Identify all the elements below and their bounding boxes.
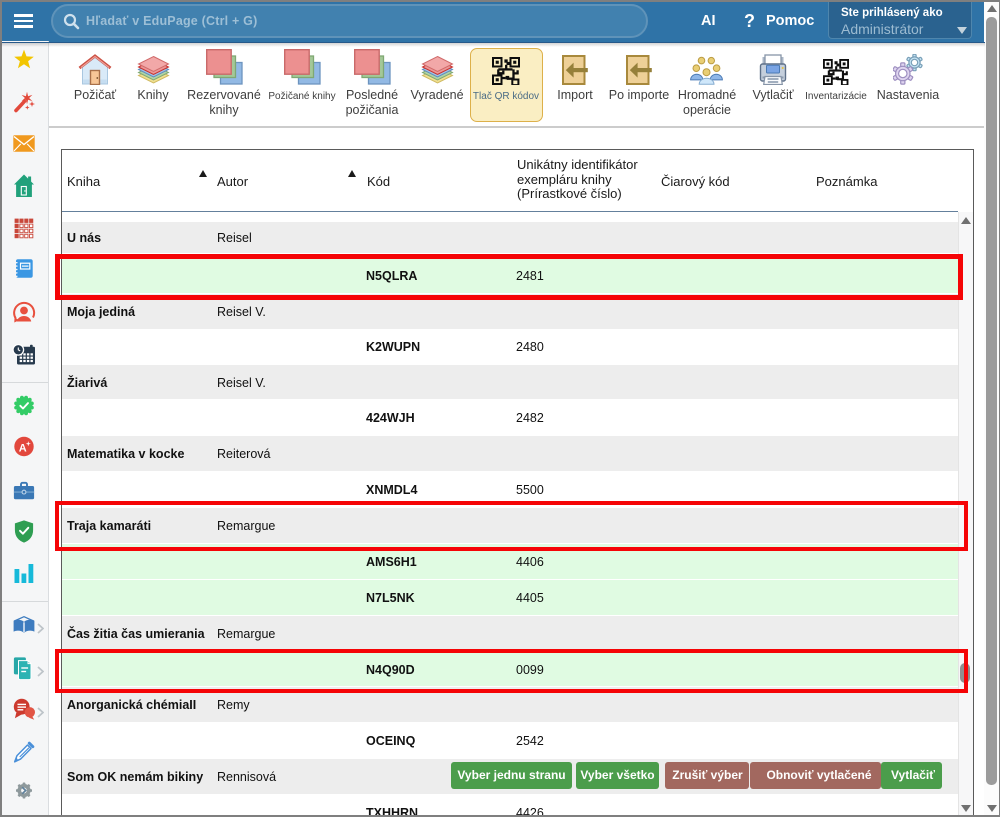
svg-text:A: A bbox=[19, 442, 27, 454]
